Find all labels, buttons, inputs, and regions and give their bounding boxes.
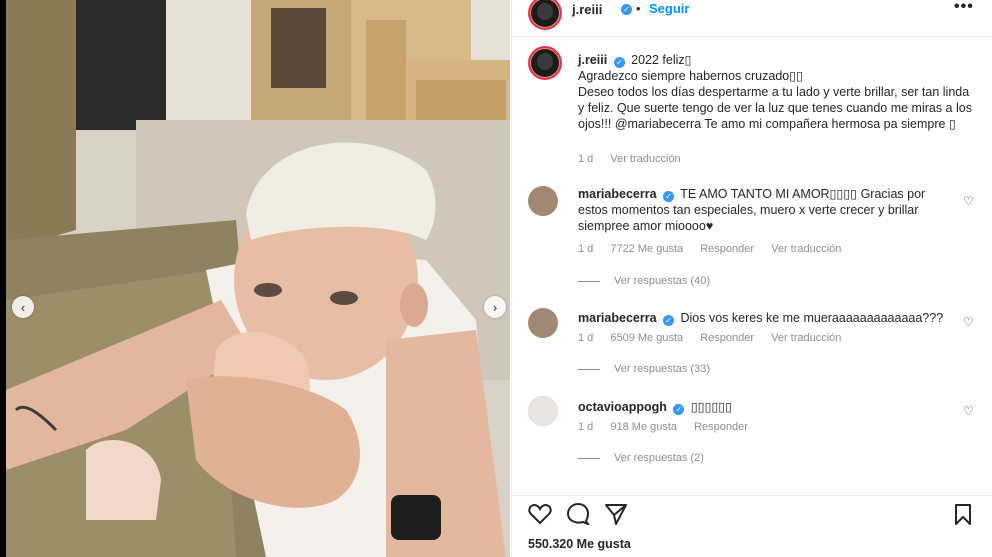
comment-body: ▯▯▯▯▯▯ [690, 400, 733, 414]
comment-text: mariabecerra ✓ TE AMO TANTO MI AMOR▯▯▯▯ … [578, 186, 956, 234]
commenter-avatar[interactable] [528, 308, 558, 338]
comment-meta: 1 d 918 Me gusta Responder [578, 421, 762, 433]
caption-avatar[interactable] [528, 46, 562, 80]
author-avatar[interactable] [528, 0, 562, 30]
caption-translate-link[interactable]: Ver traducción [610, 153, 680, 165]
comment-text: octavioappogh ✓ ▯▯▯▯▯▯ [578, 399, 956, 415]
post-header: j.reiii ✓ • Seguir ••• [512, 0, 992, 37]
caption: j.reiii ✓ 2022 feliz▯ Agradezco siempre … [578, 52, 973, 132]
comment-username[interactable]: octavioappogh [578, 400, 667, 414]
verified-icon: ✓ [621, 4, 632, 15]
comment-reply-button[interactable]: Responder [694, 421, 748, 433]
heart-icon[interactable] [528, 503, 552, 530]
comment-meta: 1 d 7722 Me gusta Responder Ver traducci… [578, 243, 855, 255]
comment-meta: 1 d 6509 Me gusta Responder Ver traducci… [578, 332, 855, 344]
author-username[interactable]: j.reiii [572, 2, 602, 17]
comment-username[interactable]: mariabecerra [578, 311, 657, 325]
view-replies-label: Ver respuestas (2) [614, 452, 704, 464]
caption-verified-icon: ✓ [613, 57, 625, 68]
comment-translate-link[interactable]: Ver traducción [771, 332, 841, 344]
comment-time: 1 d [578, 332, 594, 344]
comment-like-heart-icon[interactable]: ♡ [963, 194, 974, 208]
caption-line1: 2022 feliz▯ [631, 53, 692, 67]
comment-reply-button[interactable]: Responder [700, 243, 754, 255]
comment-like-heart-icon[interactable]: ♡ [963, 315, 974, 329]
caption-line2: Agradezco siempre habernos cruzado▯▯ [578, 69, 803, 83]
commenter-avatar[interactable] [528, 396, 558, 426]
photo-illustration [6, 0, 510, 557]
view-replies-label: Ver respuestas (33) [614, 363, 710, 375]
follow-button[interactable]: Seguir [649, 1, 689, 16]
comment-likes[interactable]: 918 Me gusta [610, 421, 677, 433]
more-options-icon[interactable]: ••• [954, 0, 974, 16]
bookmark-icon[interactable] [952, 503, 974, 530]
action-bar [512, 495, 992, 528]
comment-time: 1 d [578, 243, 594, 255]
post-photo[interactable]: ‹ › [6, 0, 510, 557]
comment-translate-link[interactable]: Ver traducción [771, 243, 841, 255]
view-replies-button[interactable]: Ver respuestas (2) [578, 452, 704, 464]
comment-likes[interactable]: 7722 Me gusta [610, 243, 683, 255]
caption-line3: Deseo todos los días despertarme a tu la… [578, 85, 972, 131]
caption-time: 1 d [578, 153, 594, 165]
comment-body: Dios vos keres ke me mueraaaaaaaaaaaaa??… [680, 311, 944, 325]
view-replies-button[interactable]: Ver respuestas (40) [578, 275, 710, 287]
commenter-avatar[interactable] [528, 186, 558, 216]
comment-reply-button[interactable]: Responder [700, 332, 754, 344]
comment-username[interactable]: mariabecerra [578, 187, 657, 201]
separator-dot: • [636, 1, 641, 16]
comment-likes[interactable]: 6509 Me gusta [610, 332, 683, 344]
comment-text: mariabecerra ✓ Dios vos keres ke me muer… [578, 310, 956, 326]
verified-icon: ✓ [673, 404, 685, 415]
carousel-next-button[interactable]: › [484, 296, 506, 318]
carousel-prev-button[interactable]: ‹ [12, 296, 34, 318]
caption-meta: 1 d Ver traducción [578, 153, 695, 165]
comment-like-heart-icon[interactable]: ♡ [963, 404, 974, 418]
post-side-panel: j.reiii ✓ • Seguir ••• j.reiii ✓ 2022 fe… [511, 0, 992, 557]
comment-icon[interactable] [566, 502, 591, 530]
likes-count[interactable]: 550.320 Me gusta [528, 537, 631, 551]
caption-username[interactable]: j.reiii [578, 53, 607, 67]
view-replies-button[interactable]: Ver respuestas (33) [578, 363, 710, 375]
verified-icon: ✓ [663, 315, 675, 326]
view-replies-label: Ver respuestas (40) [614, 275, 710, 287]
comment-time: 1 d [578, 421, 594, 433]
share-icon[interactable] [604, 503, 628, 530]
verified-icon: ✓ [663, 191, 675, 202]
